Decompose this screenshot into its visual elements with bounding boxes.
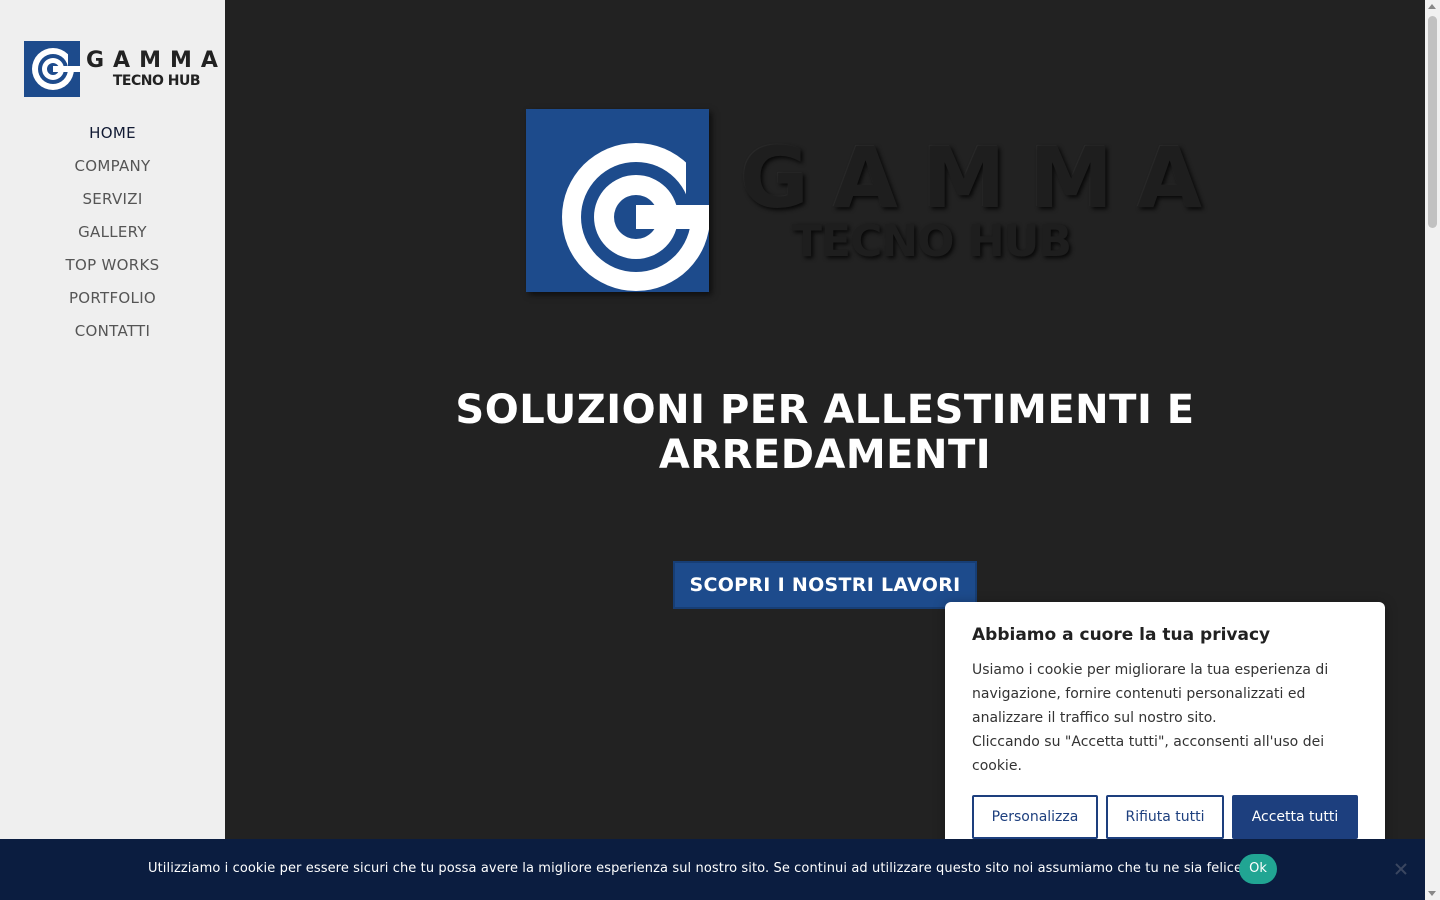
privacy-body: Usiamo i cookie per migliorare la tua es… (972, 662, 1329, 726)
hero-headline-line1: SOLUZIONI PER ALLESTIMENTI E (455, 387, 1195, 433)
nav-item-portfolio[interactable]: PORTFOLIO (0, 287, 225, 320)
site-logo[interactable]: GAMMA TECNO HUB (24, 40, 218, 98)
hero-logo-mark-icon (526, 109, 710, 292)
hero-logo: GAMMA TECNO HUB (526, 109, 1202, 293)
hero-logo-line1: GAMMA (740, 129, 1227, 227)
privacy-consent-modal: Abbiamo a cuore la tua privacy Usiamo i … (945, 602, 1385, 860)
scroll-down-arrow-icon[interactable] (1428, 891, 1436, 896)
logo-line2: TECNO HUB (112, 73, 201, 89)
nav-item-servizi[interactable]: SERVIZI (0, 188, 225, 221)
sidebar: GAMMA TECNO HUB HOME COMPANY SERVIZI GAL… (0, 0, 225, 900)
page-scrollbar[interactable] (1425, 0, 1440, 900)
customize-button[interactable]: Personalizza (972, 795, 1098, 839)
privacy-body-consent: Cliccando su "Accetta tutti", acconsenti… (972, 734, 1325, 774)
nav-item-contatti[interactable]: CONTATTI (0, 320, 225, 353)
scrollbar-thumb[interactable] (1428, 16, 1437, 228)
cookie-ok-button[interactable]: Ok (1239, 854, 1277, 884)
hero-logo-line2: TECNO HUB (792, 216, 1072, 267)
hero-headline: SOLUZIONI PER ALLESTIMENTI E ARREDAMENTI (225, 388, 1425, 478)
privacy-buttons: Personalizza Rifiuta tutti Accetta tutti (972, 795, 1358, 839)
hero-headline-line2: ARREDAMENTI (658, 432, 992, 478)
nav-item-top-works[interactable]: TOP WORKS (0, 254, 225, 287)
discover-works-button[interactable]: SCOPRI I NOSTRI LAVORI (673, 561, 977, 609)
cookie-notice-message: Utilizziamo i cookie per essere sicuri c… (148, 861, 1247, 876)
nav-item-company[interactable]: COMPANY (0, 155, 225, 188)
logo-wordmark: GAMMA TECNO HUB (86, 48, 227, 90)
scroll-up-arrow-icon[interactable] (1428, 4, 1436, 9)
close-icon[interactable] (1393, 861, 1409, 877)
privacy-title: Abbiamo a cuore la tua privacy (972, 625, 1271, 645)
nav-item-gallery[interactable]: GALLERY (0, 221, 225, 254)
main-nav: HOME COMPANY SERVIZI GALLERY TOP WORKS P… (0, 122, 225, 353)
reject-all-button[interactable]: Rifiuta tutti (1106, 795, 1224, 839)
logo-line1: GAMMA (86, 48, 227, 73)
accept-all-button[interactable]: Accetta tutti (1232, 795, 1358, 839)
logo-mark-icon (24, 41, 80, 97)
cookie-notice-bar: Utilizziamo i cookie per essere sicuri c… (0, 839, 1425, 900)
nav-item-home[interactable]: HOME (0, 122, 225, 155)
